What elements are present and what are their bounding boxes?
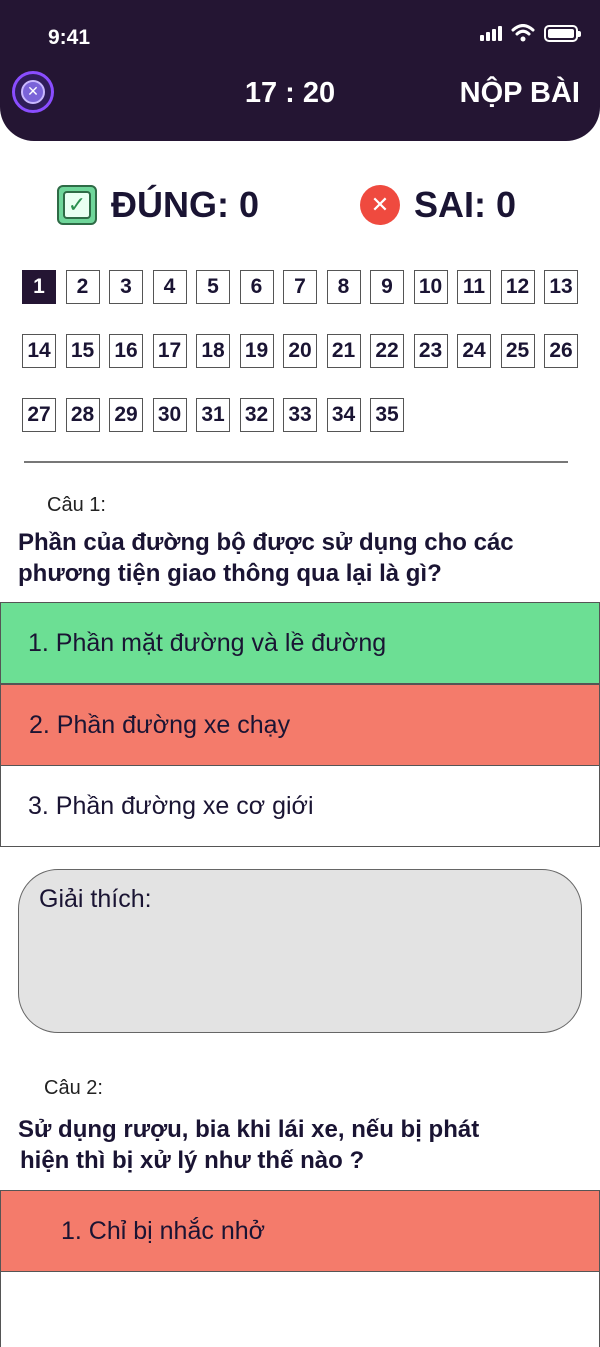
question-number-12[interactable]: 12 xyxy=(500,270,535,304)
question-1-label: Câu 1: xyxy=(47,494,106,516)
question-2-text-line-2: hiện thì bị xử lý như thế nào ? xyxy=(20,1147,365,1174)
question-2-text: Sử dụng rượu, bia khi lái xe, nếu bị phá… xyxy=(18,1114,588,1176)
question-number-4[interactable]: 4 xyxy=(152,270,187,304)
question-number-32[interactable]: 32 xyxy=(239,398,274,432)
submit-button[interactable]: NỘP BÀI xyxy=(460,77,580,110)
correct-score: ✓ ĐÚNG: 0 xyxy=(57,184,259,226)
question-number-19[interactable]: 19 xyxy=(239,334,274,368)
question-number-7[interactable]: 7 xyxy=(283,270,317,304)
question-number-6[interactable]: 6 xyxy=(239,270,274,304)
question-number-28[interactable]: 28 xyxy=(65,398,100,432)
question-2-text-line-1: Sử dụng rượu, bia khi lái xe, nếu bị phá… xyxy=(18,1116,480,1143)
question-number-14[interactable]: 14 xyxy=(22,334,56,368)
q1-answer-1[interactable]: 1. Phần mặt đường và lề đường xyxy=(0,602,600,684)
question-number-2[interactable]: 2 xyxy=(65,270,100,304)
divider xyxy=(24,461,568,463)
explanation-box: Giải thích: xyxy=(18,869,582,1033)
question-number-10[interactable]: 10 xyxy=(413,270,448,304)
q2-answer-1[interactable]: 1. Chỉ bị nhắc nhở xyxy=(0,1190,600,1272)
question-number-9[interactable]: 9 xyxy=(370,270,404,304)
q1-answer-2[interactable]: 2. Phần đường xe chạy xyxy=(0,684,600,766)
question-1-text: Phần của đường bộ được sử dụng cho các p… xyxy=(18,529,514,587)
wifi-icon xyxy=(511,24,535,42)
question-number-5[interactable]: 5 xyxy=(196,270,230,304)
x-icon: ✕ xyxy=(360,185,400,225)
q1-answer-3[interactable]: 3. Phần đường xe cơ giới xyxy=(0,765,600,847)
question-number-11[interactable]: 11 xyxy=(457,270,491,304)
question-number-13[interactable]: 13 xyxy=(544,270,578,304)
wrong-score-label: SAI: 0 xyxy=(414,184,517,225)
question-number-30[interactable]: 30 xyxy=(152,398,187,432)
question-number-3[interactable]: 3 xyxy=(109,270,143,304)
close-button[interactable]: ✕ xyxy=(12,71,54,113)
countdown-timer: 17 : 20 xyxy=(244,77,336,109)
question-number-25[interactable]: 25 xyxy=(500,334,535,368)
explanation-label: Giải thích: xyxy=(39,885,152,913)
question-number-31[interactable]: 31 xyxy=(196,398,230,432)
question-number-22[interactable]: 22 xyxy=(370,334,404,368)
question-number-35[interactable]: 35 xyxy=(370,398,404,432)
battery-icon xyxy=(544,24,581,42)
question-number-24[interactable]: 24 xyxy=(457,334,491,368)
question-number-23[interactable]: 23 xyxy=(413,334,448,368)
question-number-15[interactable]: 15 xyxy=(65,334,100,368)
status-time: 9:41 xyxy=(48,26,91,49)
correct-score-label: ĐÚNG: 0 xyxy=(111,184,260,225)
question-number-26[interactable]: 26 xyxy=(544,334,578,368)
question-number-16[interactable]: 16 xyxy=(109,334,143,368)
question-number-29[interactable]: 29 xyxy=(109,398,143,432)
question-2-label: Câu 2: xyxy=(44,1077,103,1099)
question-number-1[interactable]: 1 xyxy=(22,270,56,304)
check-icon: ✓ xyxy=(57,185,97,225)
question-number-18[interactable]: 18 xyxy=(196,334,230,368)
question-number-21[interactable]: 21 xyxy=(326,334,361,368)
question-number-17[interactable]: 17 xyxy=(152,334,187,368)
question-number-20[interactable]: 20 xyxy=(283,334,317,368)
question-number-grid: 1 2 3 4 5 6 7 8 9 10 11 12 13 14 15 16 17 18 19 20 21 22 23 24 2… xyxy=(22,270,582,432)
status-icons xyxy=(480,24,581,42)
question-number-8[interactable]: 8 xyxy=(326,270,361,304)
close-icon: ✕ xyxy=(21,80,45,104)
question-number-27[interactable]: 27 xyxy=(22,398,56,432)
wrong-score: ✕ SAI: 0 xyxy=(360,184,516,226)
signal-icon xyxy=(480,25,502,41)
top-bar: 9:41 ✕ 17 : 20 NỘP BÀI xyxy=(0,0,600,141)
q2-answer-2[interactable] xyxy=(0,1271,600,1347)
question-number-33[interactable]: 33 xyxy=(283,398,317,432)
question-number-34[interactable]: 34 xyxy=(326,398,361,432)
